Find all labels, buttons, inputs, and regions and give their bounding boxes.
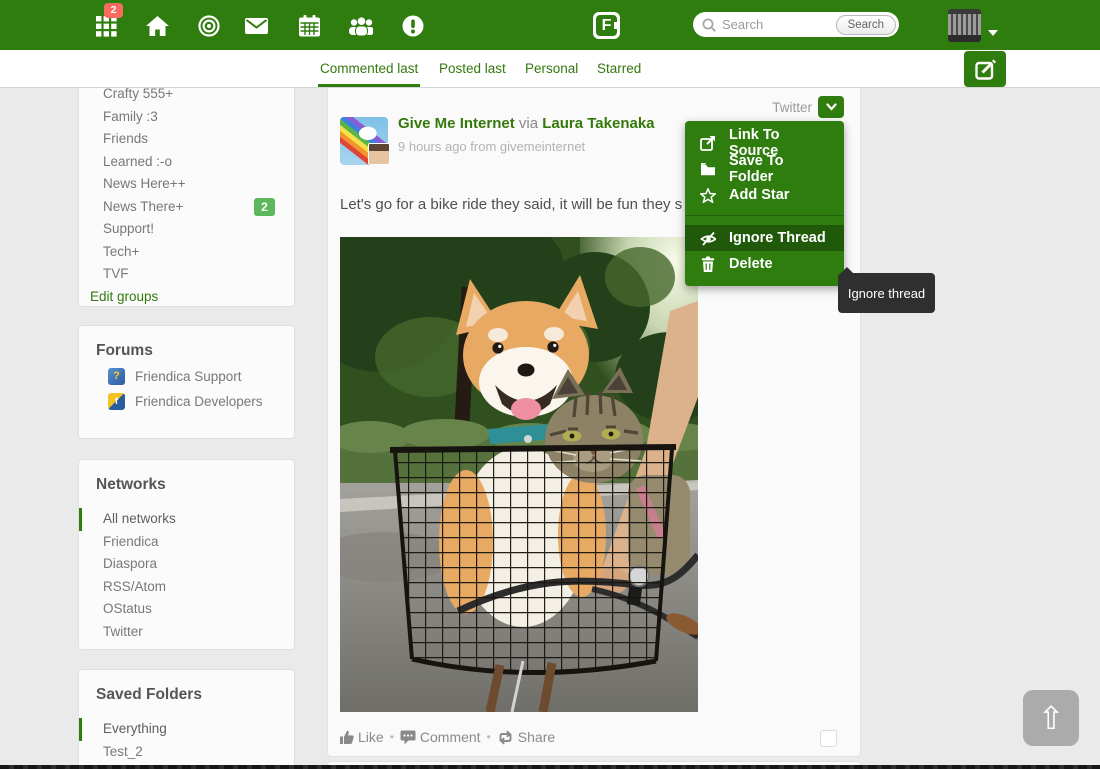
home-icon[interactable] <box>145 14 169 38</box>
tab-personal[interactable]: Personal <box>525 50 578 87</box>
mail-icon[interactable] <box>244 14 268 38</box>
folder-item-test2[interactable]: Test_2 <box>79 741 294 764</box>
group-item[interactable]: Tech+ <box>79 241 294 264</box>
saved-folders-heading: Saved Folders <box>79 670 294 718</box>
thumbs-up-icon <box>340 730 354 744</box>
search-box: Search <box>693 12 899 37</box>
post-actions-dropdown-menu: Link To Source Save To Folder Add Star I… <box>685 121 844 286</box>
saved-folders-panel: Saved Folders Everything Test_2 <box>78 669 295 769</box>
via-label: via <box>519 115 538 132</box>
up-arrow-icon: ⇧ <box>1038 699 1065 737</box>
calendar-icon[interactable] <box>297 14 321 38</box>
search-input[interactable] <box>722 17 836 32</box>
networks-heading: Networks <box>79 460 294 508</box>
separator-dot: • <box>390 730 394 744</box>
post-actions-dropdown-toggle[interactable] <box>818 96 844 118</box>
forum-item-label: Friendica Developers <box>135 389 263 414</box>
notifications-icon[interactable] <box>401 14 425 38</box>
menu-item-delete[interactable]: Delete <box>685 251 844 277</box>
post-photo[interactable] <box>340 237 698 712</box>
group-item[interactable]: Learned :-o <box>79 151 294 174</box>
tab-starred[interactable]: Starred <box>597 50 641 87</box>
viewport-bottom-edge <box>0 765 1100 769</box>
external-link-icon <box>700 135 716 151</box>
share-label: Share <box>518 729 555 745</box>
menu-item-label: Add Star <box>729 187 789 203</box>
forum-item[interactable]: f Friendica Developers <box>79 389 294 414</box>
notification-count-badge: 2 <box>104 3 123 18</box>
bullseye-icon[interactable] <box>197 14 221 38</box>
group-item[interactable]: Family :3 <box>79 106 294 129</box>
friendica-logo-letter: F <box>596 15 617 36</box>
group-unread-badge: 2 <box>254 198 275 216</box>
star-icon <box>700 188 716 203</box>
edit-groups-link[interactable]: Edit groups <box>79 286 294 308</box>
forums-panel: Forums ? Friendica Support f Friendica D… <box>78 325 295 439</box>
forum-item-label: Friendica Support <box>135 364 242 389</box>
wall-owner-mini-avatar <box>368 143 390 165</box>
folder-icon <box>700 162 716 176</box>
like-button[interactable]: Like <box>340 729 384 745</box>
top-navbar: 2 <box>0 0 1100 50</box>
menu-separator <box>685 215 844 216</box>
post-network-label: Twitter <box>772 100 812 115</box>
menu-item-ignore-thread[interactable]: Ignore Thread <box>685 225 844 251</box>
networks-panel: Networks All networks Friendica Diaspora… <box>78 459 295 650</box>
comment-label: Comment <box>420 729 481 745</box>
trash-icon <box>700 256 716 272</box>
network-filter-twitter[interactable]: Twitter <box>79 621 294 644</box>
search-button[interactable]: Search <box>836 15 896 35</box>
group-item-label: News There+ <box>103 199 183 214</box>
post-author-link[interactable]: Give Me Internet <box>398 115 515 132</box>
question-avatar-icon: ? <box>108 368 125 385</box>
stream-tabs-bar: Commented last Posted last Personal Star… <box>0 50 1100 88</box>
menu-item-label: Save To Folder <box>729 153 829 185</box>
eye-slash-icon <box>700 231 716 246</box>
group-item[interactable]: News Here++ <box>79 173 294 196</box>
menu-item-label: Ignore Thread <box>729 230 826 246</box>
tab-posted-last[interactable]: Posted last <box>439 50 506 87</box>
post-action-row: Like • Comment • Share <box>340 729 555 745</box>
network-filter-friendica[interactable]: Friendica <box>79 531 294 554</box>
groups-icon[interactable] <box>349 14 373 38</box>
friendica-logo[interactable]: F <box>593 12 620 39</box>
scroll-to-top-button[interactable]: ⇧ <box>1023 690 1079 746</box>
forum-item[interactable]: ? Friendica Support <box>79 364 294 389</box>
network-filter-all[interactable]: All networks <box>79 508 294 531</box>
retweet-icon <box>497 730 514 745</box>
group-item[interactable]: TVF <box>79 263 294 286</box>
group-item[interactable]: Support! <box>79 218 294 241</box>
network-filter-diaspora[interactable]: Diaspora <box>79 553 294 576</box>
post-heading: Give Me Internet via Laura Takenaka <box>398 115 655 132</box>
post-timestamp: 9 hours ago from givemeinternet <box>398 139 585 154</box>
share-button[interactable]: Share <box>497 729 555 745</box>
menu-item-save-to-folder[interactable]: Save To Folder <box>685 156 844 182</box>
ignore-thread-tooltip: Ignore thread <box>838 273 935 313</box>
network-filter-ostatus[interactable]: OStatus <box>79 598 294 621</box>
post-author-avatar[interactable] <box>340 117 388 165</box>
separator-dot: • <box>487 730 491 744</box>
groups-panel: Crafty 555+ Family :3 Friends Learned :-… <box>78 55 295 307</box>
group-item[interactable]: News There+ 2 <box>79 196 294 219</box>
tab-commented-last[interactable]: Commented last <box>320 50 418 87</box>
menu-item-label: Delete <box>729 256 773 272</box>
user-menu-caret-icon[interactable] <box>988 23 998 41</box>
menu-item-add-star[interactable]: Add Star <box>685 182 844 208</box>
comment-button[interactable]: Comment <box>400 729 481 745</box>
folder-item-everything[interactable]: Everything <box>79 718 294 741</box>
network-filter-rss[interactable]: RSS/Atom <box>79 576 294 599</box>
search-icon <box>702 18 716 32</box>
chevron-down-icon <box>826 103 837 111</box>
user-avatar[interactable] <box>948 9 981 42</box>
dev-avatar-icon: f <box>108 393 125 410</box>
group-item[interactable]: Friends <box>79 128 294 151</box>
wall-owner-link[interactable]: Laura Takenaka <box>542 115 654 132</box>
post-select-checkbox[interactable] <box>820 730 837 747</box>
comment-bubble-icon <box>400 730 416 745</box>
like-label: Like <box>358 729 384 745</box>
pencil-square-icon <box>975 59 996 80</box>
forums-heading: Forums <box>79 326 294 364</box>
compose-post-button[interactable] <box>964 51 1006 87</box>
